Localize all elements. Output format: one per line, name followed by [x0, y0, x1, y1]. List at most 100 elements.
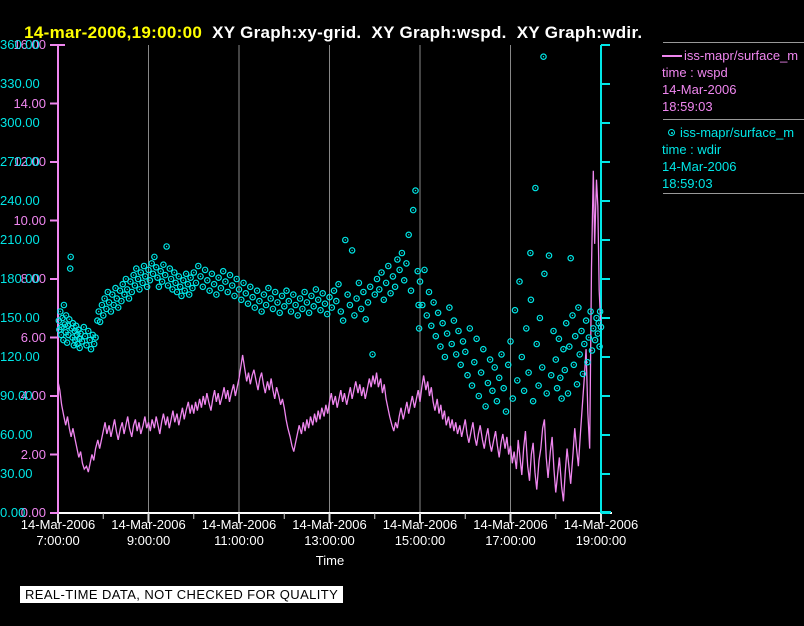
wdir-point-center-dot [530, 252, 531, 253]
legend-item-wdir: iss-mapr/surface_m time : wdir 14-Mar-20… [662, 124, 804, 192]
wdir-point-center-dot [77, 343, 78, 344]
wdir-point-center-dot [136, 268, 137, 269]
wdir-point-center-dot [268, 287, 269, 288]
wdir-point-center-dot [458, 330, 459, 331]
wdir-point-center-dot [236, 278, 237, 279]
wdir-point-center-dot [478, 395, 479, 396]
wdir-point-center-dot [442, 323, 443, 324]
wdir-point-center-dot [165, 274, 166, 275]
wdir-point-center-dot [133, 274, 134, 275]
wdir-point-center-dot [241, 299, 242, 300]
wdir-point-center-dot [73, 345, 74, 346]
wdir-point-center-dot [311, 295, 312, 296]
wdir-point-center-dot [124, 294, 125, 295]
wdir-point-center-dot [157, 277, 158, 278]
wdir-point-center-dot [146, 286, 147, 287]
wdir-point-center-dot [345, 239, 346, 240]
wdir-point-center-dot [198, 265, 199, 266]
wdir-point-center-dot [327, 313, 328, 314]
wdir-point-center-dot [88, 330, 89, 331]
wdir-point-center-dot [404, 280, 405, 281]
wdir-point-center-dot [505, 411, 506, 412]
wdir-point-center-dot [225, 281, 226, 282]
wspd-variable-label: time : wspd [662, 64, 804, 81]
wdir-point-center-dot [72, 323, 73, 324]
wdir-point-center-dot [166, 246, 167, 247]
x-tick-date-label: 14-Mar-2006 [553, 518, 649, 532]
wdir-point-center-dot [169, 268, 170, 269]
wdir-point-center-dot [304, 291, 305, 292]
wdir-point-center-dot [318, 299, 319, 300]
wdir-point-center-dot [390, 293, 391, 294]
wdir-point-center-dot [530, 299, 531, 300]
wdir-point-center-dot [397, 259, 398, 260]
wdir-point-center-dot [510, 341, 511, 342]
wdir-point-center-dot [444, 356, 445, 357]
wdir-point-center-dot [582, 373, 583, 374]
wdir-point-center-dot [74, 330, 75, 331]
legend-item-wspd: iss-mapr/surface_m time : wspd 14-Mar-20… [662, 47, 804, 115]
wdir-point-center-dot [94, 343, 95, 344]
wdir-point-center-dot [489, 359, 490, 360]
wdir-point-center-dot [496, 401, 497, 402]
wdir-point-center-dot [449, 307, 450, 308]
wdir-point-center-dot [361, 308, 362, 309]
wdir-point-center-dot [220, 287, 221, 288]
wdir-point-center-dot [81, 341, 82, 342]
wdir-point-center-dot [106, 308, 107, 309]
wdir-point-center-dot [483, 349, 484, 350]
wdir-point-center-dot [281, 295, 282, 296]
wdir-point-center-dot [519, 281, 520, 282]
wdir-point-center-dot [581, 330, 582, 331]
wdir-point-center-dot [119, 290, 120, 291]
wdir-point-center-dot [142, 282, 143, 283]
wdir-point-center-dot [383, 299, 384, 300]
wdir-point-center-dot [66, 342, 67, 343]
wdir-point-center-dot [163, 264, 164, 265]
wdir-point-center-dot [431, 325, 432, 326]
wdir-point-center-dot [535, 187, 536, 188]
wdir-point-center-dot [385, 282, 386, 283]
x-tick-time-label: 9:00:00 [101, 534, 197, 548]
wdir-point-center-dot [564, 369, 565, 370]
wdir-point-center-dot [190, 277, 191, 278]
wdir-point-center-dot [413, 209, 414, 210]
wdir-point-center-dot [295, 304, 296, 305]
wdir-point-center-dot [149, 280, 150, 281]
wdir-point-center-dot [108, 302, 109, 303]
wdir-point-center-dot [261, 311, 262, 312]
wdir-point-center-dot [234, 295, 235, 296]
wdir-point-center-dot [578, 307, 579, 308]
wdir-point-center-dot [514, 310, 515, 311]
legend-separator-middle [663, 119, 804, 120]
wdir-point-center-dot [95, 337, 96, 338]
legend-separator-bottom [663, 193, 804, 194]
wdir-point-center-dot [167, 285, 168, 286]
wdir-point-center-dot [424, 269, 425, 270]
left-axis-tick-label: 10.00 [0, 214, 46, 228]
wdir-point-center-dot [122, 284, 123, 285]
wdir-point-center-dot [68, 334, 69, 335]
wdir-point-center-dot [465, 351, 466, 352]
wdir-point-center-dot [275, 291, 276, 292]
wdir-point-center-dot [494, 367, 495, 368]
wspd-timestamp-label: 18:59:03 [662, 98, 804, 115]
wdir-point-center-dot [351, 250, 352, 251]
wdir-point-center-dot [451, 343, 452, 344]
wdir-point-center-dot [521, 356, 522, 357]
wdir-point-center-dot [79, 347, 80, 348]
wdir-point-center-dot [596, 317, 597, 318]
wdir-point-center-dot [349, 304, 350, 305]
wdir-point-center-dot [503, 388, 504, 389]
wdir-point-center-dot [394, 286, 395, 287]
wdir-point-center-dot [440, 346, 441, 347]
x-tick-time-label: 19:00:00 [553, 534, 649, 548]
wdir-point-center-dot [174, 272, 175, 273]
wdir-point-center-dot [238, 289, 239, 290]
x-tick-date-label: 14-Mar-2006 [10, 518, 106, 532]
wdir-point-center-dot [121, 300, 122, 301]
wdir-point-center-dot [410, 290, 411, 291]
app-window: 14-mar-2006,19:00:00XY Graph:xy-grid. XY… [0, 0, 804, 626]
wdir-point-center-dot [333, 290, 334, 291]
wdir-point-center-dot [538, 385, 539, 386]
